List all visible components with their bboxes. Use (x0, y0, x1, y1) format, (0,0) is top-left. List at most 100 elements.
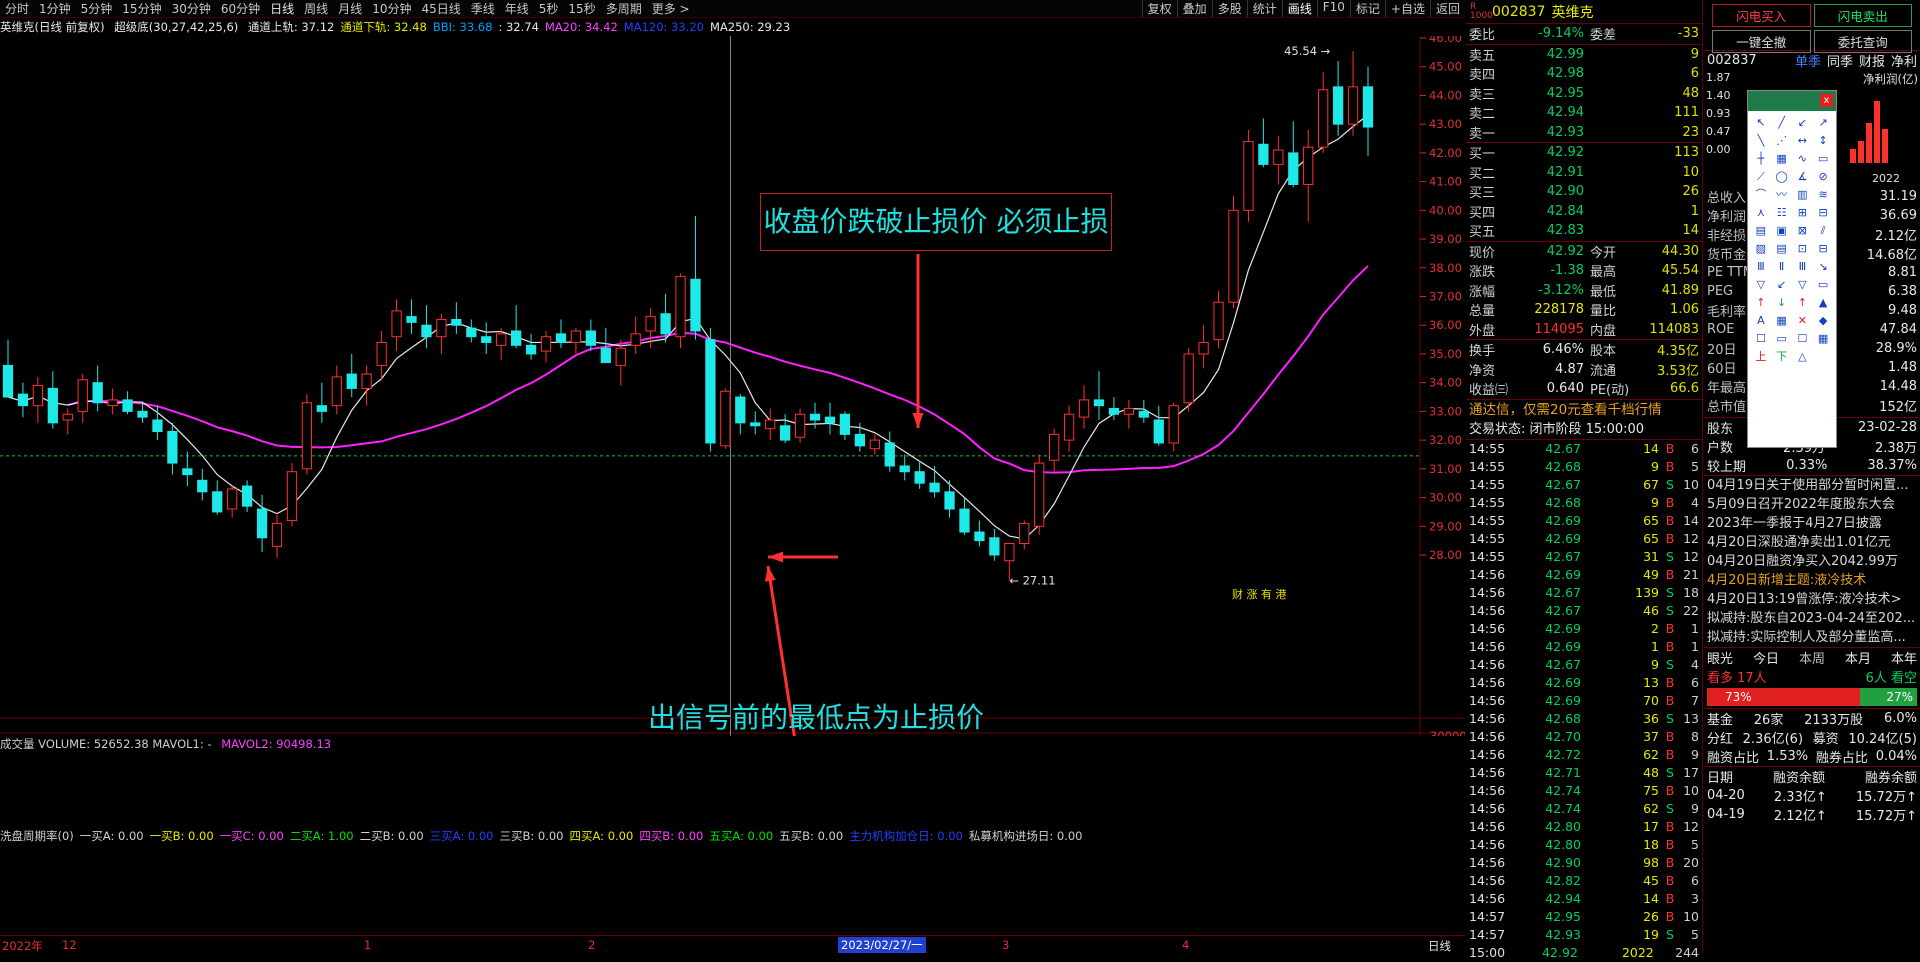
draw-tool-icon[interactable]: Ⅱ (1773, 259, 1791, 274)
draw-tool-icon[interactable]: ╱ (1773, 115, 1791, 130)
news-item[interactable]: 04月19日关于使用部分暂时闲置... (1704, 476, 1920, 495)
tick-row[interactable]: 14:56 42.72 62 B 9 (1466, 746, 1702, 764)
f10-tab[interactable]: 净利 (1891, 51, 1917, 70)
draw-tool-icon[interactable]: ☐ (1794, 331, 1812, 346)
draw-tool-icon[interactable]: ↙ (1794, 115, 1812, 130)
level2-ad[interactable]: 通达信，仅需20元查看千档行情 (1466, 400, 1702, 420)
draw-tool-icon[interactable]: ▤ (1752, 223, 1770, 238)
draw-tool-icon[interactable]: ▥ (1794, 187, 1812, 202)
news-item[interactable]: 4月20日深股通净卖出1.01亿元 (1704, 533, 1920, 552)
f10-tab[interactable]: 财报 (1859, 51, 1885, 70)
tool-button[interactable]: 标记 (1349, 0, 1385, 17)
tick-row[interactable]: 14:55 42.67 14 B 6 (1466, 440, 1702, 458)
tool-button[interactable]: 画线 (1281, 0, 1317, 17)
draw-tool-icon[interactable]: ┼ (1752, 151, 1770, 166)
draw-tool-icon[interactable]: ⊘ (1814, 169, 1832, 184)
draw-tool-icon[interactable]: ↔ (1794, 133, 1812, 148)
period-tab[interactable]: 15秒 (563, 0, 600, 17)
tick-row[interactable]: 14:56 42.67 139 S 18 (1466, 584, 1702, 602)
draw-tool-icon[interactable]: ↙ (1773, 277, 1791, 292)
tool-button[interactable]: 叠加 (1176, 0, 1212, 17)
tick-row[interactable]: 14:56 42.69 1 B 1 (1466, 638, 1702, 656)
draw-tool-icon[interactable]: ▭ (1814, 151, 1832, 166)
tick-row[interactable]: 14:57 42.95 26 B 10 (1466, 908, 1702, 926)
news-item[interactable]: 拟减持:股东自2023-04-24至202... (1704, 609, 1920, 628)
tick-row[interactable]: 14:56 42.68 36 S 13 (1466, 710, 1702, 728)
period-tab[interactable]: 季线 (466, 0, 500, 17)
draw-tool-icon[interactable]: 上 (1752, 349, 1770, 364)
period-tab[interactable]: 更多 > (647, 0, 695, 17)
draw-tool-icon[interactable] (1814, 349, 1832, 364)
f10-tab[interactable]: 同季 (1827, 51, 1853, 70)
period-tab[interactable]: 日线 (265, 0, 299, 17)
draw-tool-icon[interactable]: ↑ (1752, 295, 1770, 310)
draw-tool-icon[interactable]: ⊞ (1794, 205, 1812, 220)
news-item[interactable]: 5月09日召开2022年度股东大会 (1704, 495, 1920, 514)
tick-row[interactable]: 14:55 42.69 65 B 14 (1466, 512, 1702, 530)
tool-button[interactable]: F10 (1316, 0, 1350, 17)
tick-row[interactable]: 14:56 42.71 48 S 17 (1466, 764, 1702, 782)
tick-row[interactable]: 14:56 42.69 70 B 7 (1466, 692, 1702, 710)
draw-tool-icon[interactable]: 〰 (1773, 187, 1791, 202)
tool-button[interactable]: +自选 (1384, 0, 1430, 17)
draw-tool-icon[interactable]: ↑ (1794, 295, 1812, 310)
draw-tool-icon[interactable]: ╲ (1752, 133, 1770, 148)
tick-row[interactable]: 14:56 42.69 2 B 1 (1466, 620, 1702, 638)
draw-tool-icon[interactable]: ▭ (1773, 331, 1791, 346)
draw-tool-icon[interactable]: A (1752, 313, 1770, 328)
draw-tool-icon[interactable]: Ⅲ (1752, 259, 1770, 274)
indicator-name[interactable]: 超级底(30,27,42,25,6) (114, 20, 238, 34)
draw-tool-icon[interactable]: ◆ (1814, 313, 1832, 328)
draw-tool-icon[interactable]: ⊟ (1814, 241, 1832, 256)
news-list[interactable]: 04月19日关于使用部分暂时闲置... 5月09日召开2022年度股东大会 2023… (1704, 476, 1920, 647)
eye-tab[interactable]: 本年 (1891, 648, 1917, 667)
period-tab[interactable]: 15分钟 (117, 0, 166, 17)
draw-tool-icon[interactable]: ▽ (1752, 277, 1770, 292)
trade-button[interactable]: 闪电买入 (1712, 4, 1811, 27)
period-tab[interactable]: 5秒 (534, 0, 564, 17)
tick-row[interactable]: 14:56 42.74 75 B 10 (1466, 782, 1702, 800)
tool-button[interactable]: 多股 (1211, 0, 1247, 17)
draw-tool-icon[interactable]: ▨ (1752, 241, 1770, 256)
tick-row[interactable]: 14:56 42.69 13 B 6 (1466, 674, 1702, 692)
draw-tool-icon[interactable]: ▦ (1814, 331, 1832, 346)
draw-tool-icon[interactable]: ⟋ (1752, 169, 1770, 184)
tick-row[interactable]: 14:55 42.67 31 S 12 (1466, 548, 1702, 566)
period-tab[interactable]: 多周期 (601, 0, 647, 17)
draw-tool-icon[interactable]: ▭ (1814, 277, 1832, 292)
period-tab[interactable]: 45日线 (416, 0, 465, 17)
tick-row[interactable]: 14:55 42.69 65 B 12 (1466, 530, 1702, 548)
draw-tool-icon[interactable]: ↓ (1773, 295, 1791, 310)
news-item[interactable]: 04月20日融资净买入2042.99万 (1704, 552, 1920, 571)
price-chart[interactable]: 46.00 45.00 44.00 43.00 42.00 41.00 40.00 39.00… (0, 36, 1465, 736)
draw-tool-icon[interactable]: ☐ (1752, 331, 1770, 346)
draw-tool-icon[interactable]: ∡ (1794, 169, 1812, 184)
tick-row[interactable]: 14:56 42.70 37 B 8 (1466, 728, 1702, 746)
news-item[interactable]: 2023年一季报于4月27日披露 (1704, 514, 1920, 533)
tick-row[interactable]: 14:55 42.68 9 B 5 (1466, 458, 1702, 476)
draw-tool-icon[interactable]: ⊠ (1794, 223, 1812, 238)
period-tab[interactable]: 30分钟 (167, 0, 216, 17)
draw-tool-icon[interactable]: ↖ (1752, 115, 1770, 130)
eye-tab[interactable]: 今日 (1753, 648, 1779, 667)
draw-tool-icon[interactable]: ⊡ (1794, 241, 1812, 256)
draw-tool-icon[interactable]: ▤ (1773, 241, 1791, 256)
tick-row[interactable]: 14:56 42.69 49 B 21 (1466, 566, 1702, 584)
tick-row[interactable]: 14:56 42.74 62 S 9 (1466, 800, 1702, 818)
draw-tool-icon[interactable]: ⫽ (1814, 223, 1832, 238)
tick-row[interactable]: 14:56 42.82 45 B 6 (1466, 872, 1702, 890)
news-item[interactable]: 拟减持:实际控制人及部分董监高... (1704, 628, 1920, 647)
period-tab[interactable]: 分时 (0, 0, 34, 17)
draw-tool-icon[interactable]: ▲ (1814, 295, 1832, 310)
period-tab[interactable]: 60分钟 (216, 0, 265, 17)
draw-tool-icon[interactable]: ◯ (1773, 169, 1791, 184)
news-item[interactable]: 4月20日新增主题:液冷技术 (1704, 571, 1920, 590)
period-tab[interactable]: 10分钟 (367, 0, 416, 17)
tick-row[interactable]: 14:56 42.80 17 B 12 (1466, 818, 1702, 836)
trade-button[interactable]: 闪电卖出 (1813, 4, 1912, 27)
period-tab[interactable]: 1分钟 (34, 0, 76, 17)
draw-tool-icon[interactable]: ▦ (1773, 151, 1791, 166)
tick-row[interactable]: 14:56 42.80 18 B 5 (1466, 836, 1702, 854)
draw-tools-palette[interactable]: x ↖ ╱ ↙ ↗ ╲ ⋰ ↔ ↕ ┼ ▦ ∿ ▭ ⟋ ◯ ∡ ⊘ ⌒ 〰 ▥ ≋ ⋏ ☷ ⊞ ⊟ ▤ ▣ ⊠ ⫽ ▨ ▤ ⊡ ⊟ Ⅲ Ⅱ Ⅲ ↘ ▽ ↙… (1747, 90, 1837, 448)
tick-row[interactable]: 14:56 42.67 9 S 4 (1466, 656, 1702, 674)
